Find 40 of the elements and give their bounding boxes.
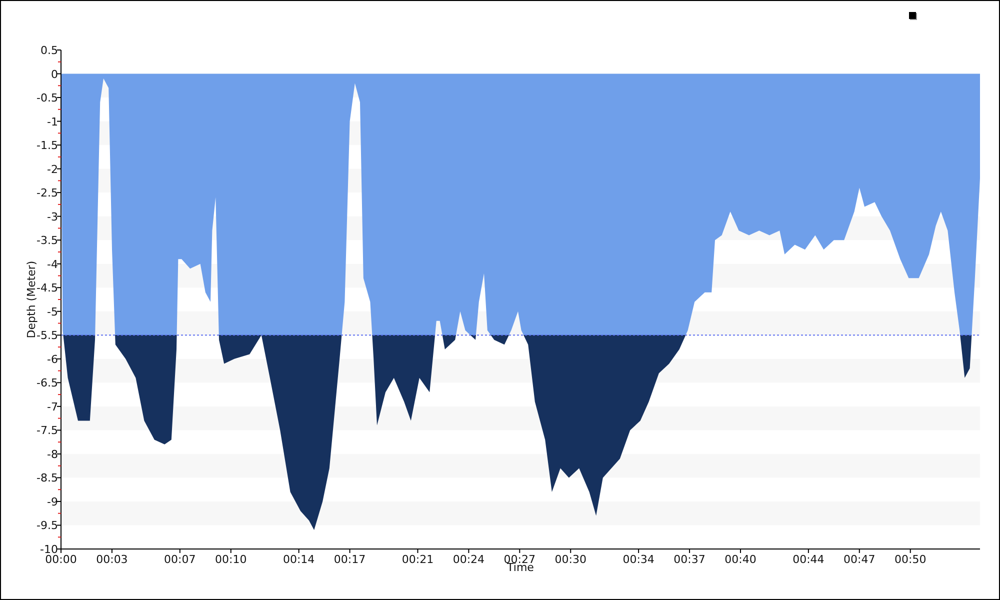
axis-tick-label: 00:07 [164, 553, 196, 566]
axis-tick-label: -5 [47, 305, 58, 318]
axis-tick-label: 00:17 [334, 553, 366, 566]
axis-tick-label: -6 [47, 352, 58, 366]
axis-tick-label: -3.5 [36, 234, 58, 248]
axis-tick-label: 00:03 [96, 553, 128, 566]
axis-tick-label: 00:24 [452, 553, 485, 566]
axis-tick-label: -1 [47, 115, 58, 128]
axis-tick-label: 00:34 [622, 553, 654, 566]
axis-tick-label: 00:47 [844, 553, 876, 566]
axis-tick-label: -4 [47, 258, 58, 271]
axis-tick-label: 00:40 [724, 553, 756, 566]
axis-tick-label: -6.5 [36, 376, 58, 390]
axis-tick-label: -1.5 [36, 139, 58, 152]
axis-tick-label: -7.5 [36, 424, 58, 438]
axis-tick-label: -4.5 [36, 282, 58, 295]
axis-tick-label: 0 [51, 68, 58, 81]
axis-tick-label: -10 [40, 543, 58, 556]
axis-tick-label: -3 [47, 210, 58, 224]
axis-tick-label: -2 [47, 162, 58, 176]
axis-tick-label: 00:10 [215, 553, 247, 566]
axis-tick-label: 00:30 [554, 553, 586, 566]
axis-title: Depth (Meter) [25, 260, 38, 338]
axis-tick-label: -7 [47, 400, 58, 414]
axis-tick-label: -9.5 [36, 519, 58, 532]
axis-tick-label: -8 [47, 448, 58, 461]
axis-tick-label: 0.5 [40, 44, 58, 57]
axis-tick-label: -8.5 [36, 472, 58, 485]
legend-marker-icon [909, 12, 917, 20]
axis-title: Time [507, 561, 534, 574]
axis-tick-label: -0.5 [36, 92, 58, 105]
axis-tick-label: 00:00 [45, 553, 77, 566]
axis-tick-label: 00:44 [792, 553, 824, 566]
axis-tick-label: -2.5 [36, 186, 58, 200]
axis-tick-label: -9 [47, 495, 58, 508]
axis-tick-label: 00:14 [282, 553, 315, 566]
axis-tick-label: 00:37 [674, 553, 706, 566]
axis-tick-label: 00:50 [894, 553, 926, 566]
axis-tick-label: 00:21 [402, 553, 434, 566]
axis-tick-label: -5.5 [36, 329, 58, 342]
